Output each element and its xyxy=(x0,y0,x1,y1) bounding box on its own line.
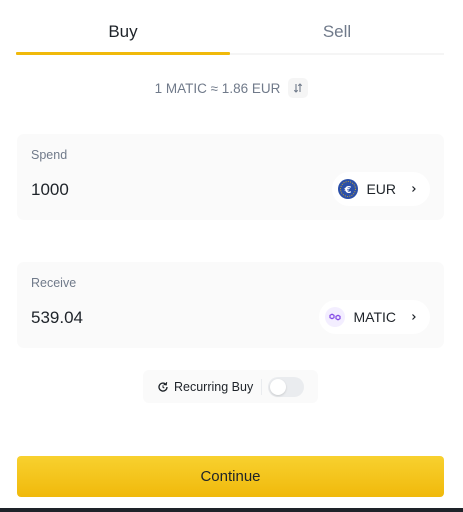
buy-sell-widget: Buy Sell 1 MATIC ≈ 1.86 EUR Spend 1000 € xyxy=(0,0,463,512)
exchange-rate-text: 1 MATIC ≈ 1.86 EUR xyxy=(154,80,281,96)
tab-buy[interactable]: Buy xyxy=(16,14,230,56)
receive-asset-selector[interactable]: MATIC xyxy=(319,300,430,334)
recurring-buy-control: Recurring Buy xyxy=(143,370,318,403)
recurring-buy-toggle[interactable] xyxy=(268,376,305,397)
receive-label: Receive xyxy=(31,276,77,290)
buy-sell-tabs: Buy Sell xyxy=(16,14,444,56)
recurring-buy-label: Recurring Buy xyxy=(174,379,254,394)
spend-asset-selector[interactable]: € EUR xyxy=(332,172,430,206)
receive-card: Receive 539.04 MATIC xyxy=(17,262,444,348)
exchange-rate-row: 1 MATIC ≈ 1.86 EUR xyxy=(0,78,463,98)
recurring-divider xyxy=(261,378,263,395)
chevron-right-icon xyxy=(410,185,418,193)
spend-amount-input[interactable]: 1000 xyxy=(31,180,231,200)
active-tab-indicator xyxy=(16,52,230,55)
swap-arrows-icon xyxy=(294,83,303,93)
tab-sell[interactable]: Sell xyxy=(230,14,444,56)
bottom-edge-bar xyxy=(0,508,463,512)
toggle-knob xyxy=(270,378,287,395)
recurring-icon xyxy=(158,381,168,392)
tab-divider xyxy=(230,53,444,55)
continue-button[interactable]: Continue xyxy=(17,456,444,497)
spend-label: Spend xyxy=(31,148,68,162)
euro-icon: € xyxy=(338,179,359,199)
spend-card: Spend 1000 € EUR xyxy=(17,134,444,220)
polygon-matic-icon xyxy=(325,307,346,327)
svg-text:€: € xyxy=(344,185,352,196)
receive-amount-input[interactable]: 539.04 xyxy=(31,308,231,328)
spend-asset-symbol: EUR xyxy=(366,181,396,197)
swap-rate-button[interactable] xyxy=(288,78,309,98)
receive-asset-symbol: MATIC xyxy=(353,309,396,325)
chevron-right-icon xyxy=(410,313,418,321)
